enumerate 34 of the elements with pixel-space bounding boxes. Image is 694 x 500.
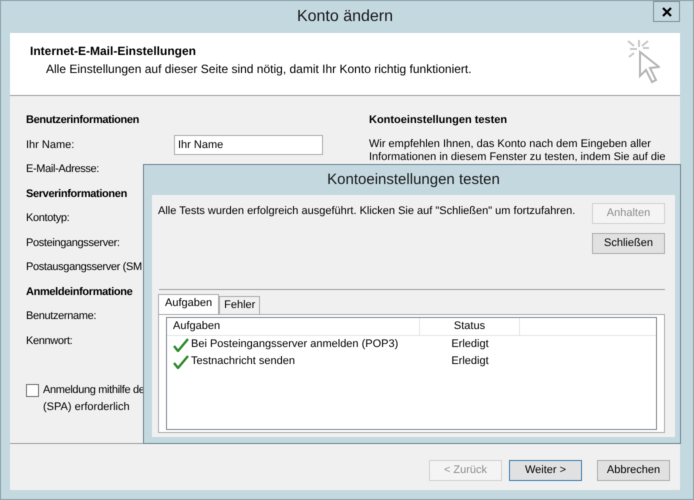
field-label: Posteingangsserver: — [26, 236, 121, 250]
section-heading: Anmeldeinformatione — [26, 284, 134, 300]
wizard-button[interactable]: Abbrechen — [597, 460, 670, 480]
status-message: Alle Tests wurden erfolgreich ausgeführt. Klicken Sie auf "Schließen" um fortzufahren. — [158, 204, 576, 219]
window-title: Konto ändern — [296, 7, 394, 27]
cursor-click-icon — [626, 38, 660, 86]
header-subtitle: Alle Einstellungen auf dieser Seite sind nötig, damit Ihr Konto richtig funktioniert. — [45, 61, 472, 78]
field-label: Kennwort: — [26, 334, 74, 348]
name-field[interactable]: Ihr Name — [174, 134, 323, 155]
tab[interactable]: Fehler — [219, 296, 260, 314]
status-cell-text: Erledigt — [450, 354, 490, 370]
wizard-button[interactable]: Weiter > — [509, 460, 582, 480]
close-icon — [662, 6, 672, 16]
task-cell-text: Testnachricht senden — [191, 354, 295, 370]
description-text: Informationen in diesem Fenster zu testen, indem Sie auf die — [369, 150, 667, 164]
field-label: Benutzername: — [26, 309, 98, 324]
checkbox-label: (SPA) erforderlich — [43, 400, 131, 414]
section-heading: Kontoeinstellungen testen — [369, 113, 508, 128]
description-text: Wir empfehlen Ihnen, das Konto nach dem Eingeben aller — [369, 138, 652, 150]
column-header[interactable]: Aufgaben — [167, 318, 420, 335]
section-heading: Benutzerinformationen — [26, 113, 140, 128]
header-title: Internet-E-Mail-Einstellungen — [30, 43, 198, 60]
checkbox[interactable] — [26, 384, 39, 397]
dialog-button[interactable]: Schließen — [592, 233, 665, 254]
field-label: Postausgangsserver (SM — [26, 260, 143, 275]
dialog-title: Kontoeinstellungen testen — [326, 170, 501, 190]
field-label: Ihr Name: — [26, 138, 76, 152]
task-cell-text: Bei Posteingangsserver anmelden (POP3) — [191, 337, 398, 352]
field-label: E-Mail-Adresse: — [26, 162, 100, 177]
section-heading: Serverinformationen — [26, 186, 128, 202]
close-button[interactable] — [653, 1, 680, 22]
column-header[interactable]: Status — [420, 318, 520, 335]
tab[interactable]: Aufgaben — [158, 294, 220, 314]
status-cell-text: Erledigt — [450, 337, 490, 352]
